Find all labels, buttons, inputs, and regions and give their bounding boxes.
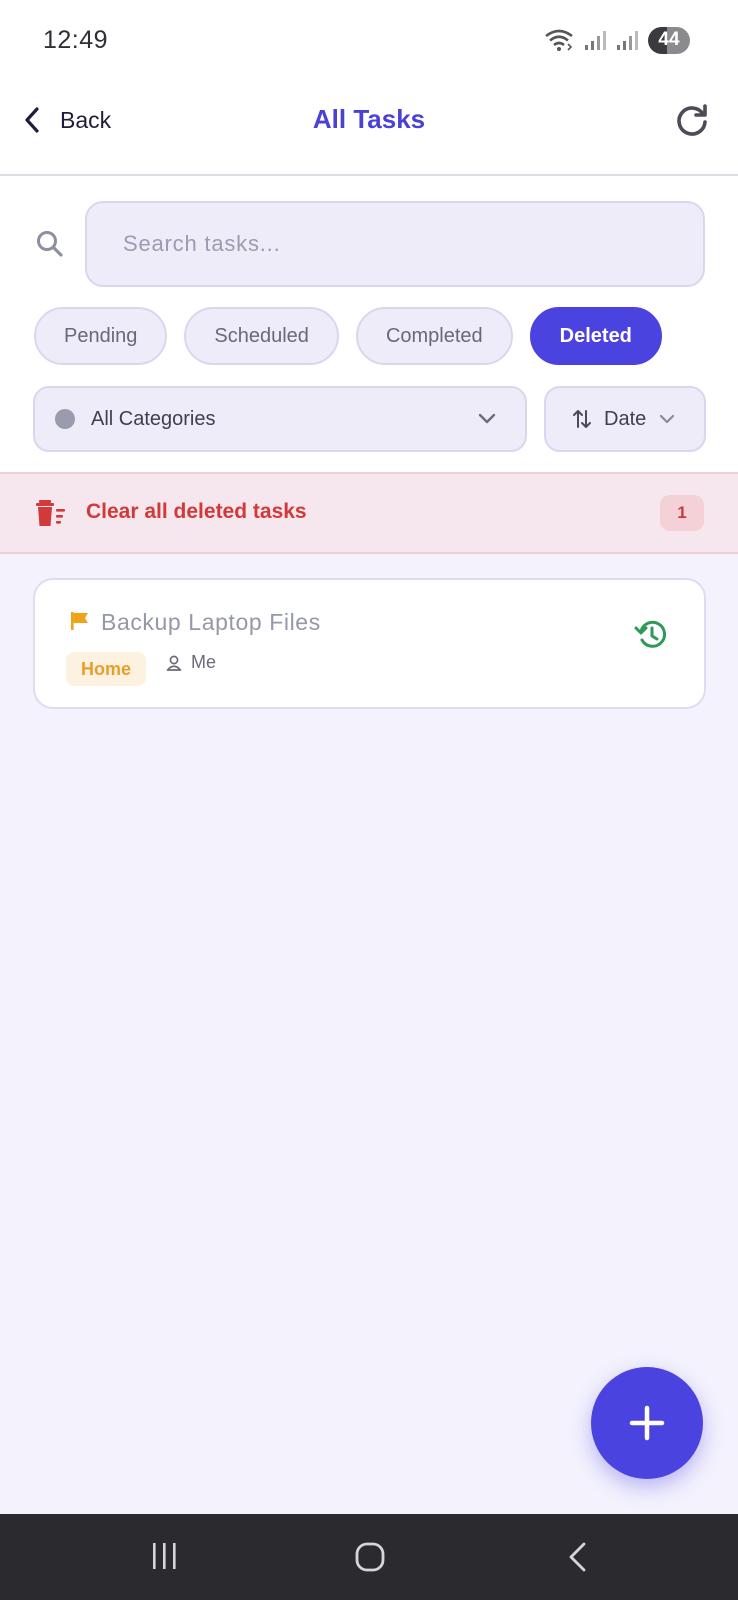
sort-icon [573,410,591,428]
category-tag: Home [66,652,147,686]
page-title: All Tasks [312,104,426,134]
flag-icon [71,612,88,630]
wifi-icon [545,29,573,51]
plus-icon [629,1405,665,1441]
home-icon [355,1542,385,1572]
clear-deleted-button[interactable]: Clear all deleted tasks 1 [0,472,738,554]
back-arrow-icon [569,1542,586,1572]
restore-history-icon [634,620,667,648]
status-time: 12:49 [43,26,109,54]
refresh-icon [677,104,707,136]
sort-dropdown[interactable]: Date [544,386,706,452]
add-task-button[interactable] [591,1367,703,1479]
tab-deleted[interactable]: Deleted [529,307,662,365]
home-button[interactable] [354,1541,386,1578]
deleted-count-badge: 1 [660,495,704,531]
app-header: Back All Tasks [0,80,738,176]
category-dropdown[interactable]: All Categories [33,386,527,452]
task-card[interactable]: Backup Laptop Files Home Me [33,578,706,709]
clear-deleted-label: Clear all deleted tasks [86,500,307,523]
trash-list-icon [36,500,65,526]
tab-pending[interactable]: Pending [34,307,168,365]
task-assignee: Me [165,652,216,673]
assignee-label: Me [191,652,217,672]
recent-apps-button[interactable] [150,1541,180,1576]
tab-completed[interactable]: Completed [355,307,513,365]
chevron-down-icon [660,414,675,424]
system-back-button[interactable] [566,1541,590,1578]
status-tabs: Pending Scheduled Completed Deleted [34,307,662,365]
system-nav-bar [0,1514,738,1600]
restore-task-button[interactable] [634,618,668,657]
signal-icon [585,31,606,50]
filters-panel: Pending Scheduled Completed Deleted All … [0,176,738,472]
tab-scheduled[interactable]: Scheduled [184,307,339,365]
task-title: Backup Laptop Files [101,609,321,635]
battery-icon: 44 [648,26,690,54]
status-icons: 44 [544,25,690,55]
refresh-button[interactable] [672,100,712,140]
recents-icon [153,1543,176,1569]
status-bar: 12:49 44 [0,0,738,80]
category-label: All Categories [91,407,216,430]
chevron-down-icon [478,413,496,424]
person-icon [166,655,182,671]
search-icon [35,229,65,264]
category-dot-icon [55,409,75,429]
sort-label: Date [604,407,647,430]
search-input[interactable] [85,201,705,287]
signal-icon-2 [617,31,638,50]
